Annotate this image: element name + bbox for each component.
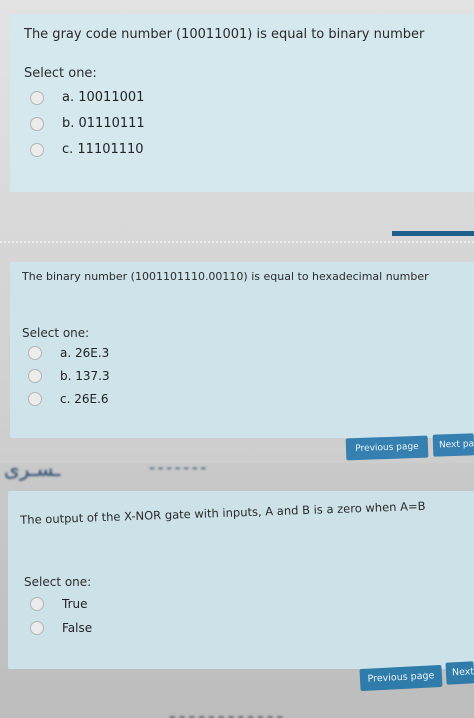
question-1-card: The gray code number (10011001) is equal… [10, 14, 474, 192]
question-3-text: The output of the X-NOR gate with inputs… [20, 498, 426, 527]
blurred-header-text: ـسـرى [4, 463, 61, 481]
question-1-screenshot: The gray code number (10011001) is equal… [0, 0, 474, 238]
question-1-select-label: Select one: [24, 66, 97, 81]
option-label: False [62, 621, 93, 635]
question-1-text: The gray code number (10011001) is equal… [24, 27, 425, 42]
radio-button-icon[interactable] [30, 116, 44, 131]
radio-button-icon[interactable] [30, 90, 44, 105]
option-label: True [62, 597, 88, 611]
question-2-option-b[interactable]: b. 137.3 [28, 369, 110, 383]
question-1-option-c[interactable]: c. 11101110 [30, 142, 144, 157]
option-label: c. 11101110 [62, 142, 144, 157]
next-page-button[interactable]: Next pa [432, 433, 474, 457]
radio-button-icon[interactable] [28, 392, 42, 406]
next-page-button[interactable]: Next [445, 661, 474, 685]
question-3-screenshot: ـسـرى ـ ـ ـ ـ ـ ـ ـ The output of the X-… [0, 463, 474, 718]
question-3-select-label: Select one: [24, 575, 92, 589]
question-2-option-c[interactable]: c. 26E.6 [28, 392, 109, 406]
radio-button-icon[interactable] [30, 597, 44, 611]
question-1-option-a[interactable]: a. 10011001 [30, 90, 144, 105]
question-2-text: The binary number (1001101110.00110) is … [22, 270, 429, 283]
question-1-option-b[interactable]: b. 01110111 [30, 116, 145, 131]
previous-page-button[interactable]: Previous page [359, 664, 443, 692]
question-2-select-label: Select one: [22, 326, 90, 340]
question-2-screenshot: The binary number (1001101110.00110) is … [0, 238, 474, 463]
radio-button-icon[interactable] [28, 369, 42, 383]
question-2-card: The binary number (1001101110.00110) is … [10, 262, 474, 438]
question-2-option-a[interactable]: a. 26E.3 [28, 346, 109, 360]
radio-button-icon[interactable] [30, 142, 44, 157]
previous-page-button[interactable]: Previous page [345, 435, 429, 461]
option-label: a. 10011001 [62, 90, 145, 105]
option-label: a. 26E.3 [60, 346, 110, 360]
option-label: b. 01110111 [62, 116, 145, 131]
question-3-card: The output of the X-NOR gate with inputs… [8, 491, 474, 669]
blurred-footer-text: ـ ـ ـ ـ ـ ـ ـ ـ ـ ـ ـ ـ [170, 703, 283, 718]
divider [0, 241, 474, 243]
radio-button-icon[interactable] [28, 346, 42, 360]
question-3-option-false[interactable]: False [30, 621, 92, 635]
blurred-header-text: ـ ـ ـ ـ ـ ـ ـ [150, 463, 206, 473]
option-label: b. 137.3 [60, 369, 110, 383]
option-label: c. 26E.6 [60, 392, 109, 406]
question-3-option-true[interactable]: True [30, 597, 88, 611]
progress-bar-edge [392, 231, 474, 236]
radio-button-icon[interactable] [30, 621, 44, 635]
